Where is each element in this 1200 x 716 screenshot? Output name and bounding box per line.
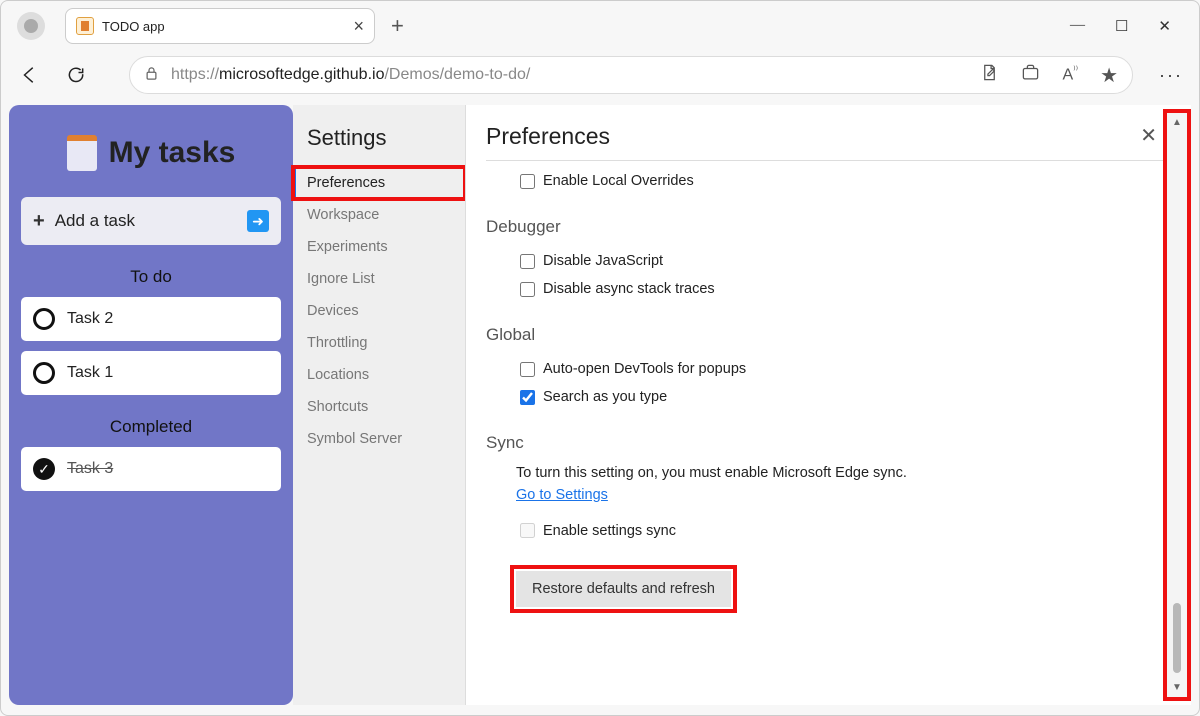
global-heading: Global [486, 325, 1171, 345]
scrollbar[interactable]: ▲ ▼ [1167, 113, 1187, 697]
lock-icon[interactable] [144, 65, 159, 86]
settings-item-experiments[interactable]: Experiments [293, 231, 465, 263]
favorite-star-icon[interactable]: ★ [1100, 63, 1118, 88]
settings-item-shortcuts[interactable]: Shortcuts [293, 391, 465, 423]
checkbox-search-as-type[interactable]: Search as you type [486, 383, 1171, 411]
settings-item-devices[interactable]: Devices [293, 295, 465, 327]
task-item-completed[interactable]: ✓ Task 3 [21, 447, 281, 491]
window-controls: — ☐ ✕ [1070, 17, 1193, 36]
checkbox-autoopen[interactable]: Auto-open DevTools for popups [486, 355, 1171, 383]
preferences-panel: ✕ Preferences Enable Local Overrides Deb… [465, 105, 1191, 705]
checkbox-disable-js[interactable]: Disable JavaScript [486, 247, 1171, 275]
address-bar[interactable]: https://microsoftedge.github.io/Demos/de… [129, 56, 1133, 94]
tab-close-icon[interactable]: × [353, 16, 364, 37]
checkbox-disable-async[interactable]: Disable async stack traces [486, 275, 1171, 303]
task-label: Task 2 [67, 310, 113, 328]
plus-icon: + [33, 210, 45, 233]
more-menu-button[interactable]: ··· [1159, 65, 1183, 86]
scroll-up-icon[interactable]: ▲ [1172, 113, 1182, 132]
todo-section-label: To do [21, 267, 281, 287]
new-tab-button[interactable]: + [391, 13, 404, 39]
browser-titlebar: TODO app × + — ☐ ✕ [1, 1, 1199, 51]
read-aloud-icon[interactable]: A⁾⁾ [1062, 65, 1078, 84]
task-item[interactable]: Task 1 [21, 351, 281, 395]
scroll-down-icon[interactable]: ▼ [1172, 678, 1182, 697]
app-header: My tasks [21, 135, 281, 171]
content-area: My tasks + Add a task ➜ To do Task 2 Tas… [1, 99, 1199, 715]
settings-item-ignore-list[interactable]: Ignore List [293, 263, 465, 295]
scroll-thumb[interactable] [1173, 603, 1181, 673]
task-label: Task 1 [67, 364, 113, 382]
checkbox-enable-overrides[interactable]: Enable Local Overrides [486, 167, 1171, 195]
add-task-input[interactable]: + Add a task ➜ [21, 197, 281, 245]
go-to-settings-link[interactable]: Go to Settings [516, 487, 608, 503]
restore-defaults-button[interactable]: Restore defaults and refresh [516, 571, 731, 607]
window-close-button[interactable]: ✕ [1158, 17, 1171, 36]
task-checkbox-icon[interactable] [33, 308, 55, 330]
settings-title: Settings [293, 125, 465, 167]
checkbox-input[interactable] [520, 282, 535, 297]
checkbox-input[interactable] [520, 390, 535, 405]
checkbox-enable-sync[interactable]: Enable settings sync [486, 517, 1171, 545]
submit-task-button[interactable]: ➜ [247, 210, 269, 232]
browser-tab[interactable]: TODO app × [65, 8, 375, 44]
task-item[interactable]: Task 2 [21, 297, 281, 341]
briefcase-icon[interactable] [1021, 63, 1040, 87]
task-label: Task 3 [67, 460, 113, 478]
sync-heading: Sync [486, 433, 1171, 453]
checkbox-input[interactable] [520, 523, 535, 538]
sync-description: To turn this setting on, you must enable… [486, 463, 926, 507]
preferences-title: Preferences [486, 123, 610, 150]
app-title: My tasks [109, 136, 236, 170]
settings-item-preferences[interactable]: Preferences [293, 167, 465, 199]
address-bar-row: https://microsoftedge.github.io/Demos/de… [1, 51, 1199, 99]
checkbox-input[interactable] [520, 362, 535, 377]
completed-section-label: Completed [21, 417, 281, 437]
refresh-button[interactable] [57, 56, 95, 94]
todo-app-panel: My tasks + Add a task ➜ To do Task 2 Tas… [9, 105, 293, 705]
settings-item-workspace[interactable]: Workspace [293, 199, 465, 231]
clipboard-icon [67, 135, 97, 171]
url-text: https://microsoftedge.github.io/Demos/de… [171, 66, 968, 84]
task-checked-icon[interactable]: ✓ [33, 458, 55, 480]
back-button[interactable] [11, 56, 49, 94]
checkbox-input[interactable] [520, 254, 535, 269]
checkbox-input[interactable] [520, 174, 535, 189]
debugger-heading: Debugger [486, 217, 1171, 237]
add-task-label: Add a task [55, 211, 135, 231]
maximize-button[interactable]: ☐ [1115, 17, 1128, 36]
tab-favicon [76, 17, 94, 35]
settings-item-locations[interactable]: Locations [293, 359, 465, 391]
minimize-button[interactable]: — [1070, 17, 1085, 36]
settings-item-throttling[interactable]: Throttling [293, 327, 465, 359]
settings-sidebar: Settings Preferences Workspace Experimen… [293, 105, 465, 705]
edit-icon[interactable] [980, 63, 999, 87]
tab-title: TODO app [102, 19, 345, 34]
profile-avatar[interactable] [17, 12, 45, 40]
task-checkbox-icon[interactable] [33, 362, 55, 384]
settings-item-symbol-server[interactable]: Symbol Server [293, 423, 465, 455]
close-icon[interactable]: ✕ [1140, 123, 1157, 148]
